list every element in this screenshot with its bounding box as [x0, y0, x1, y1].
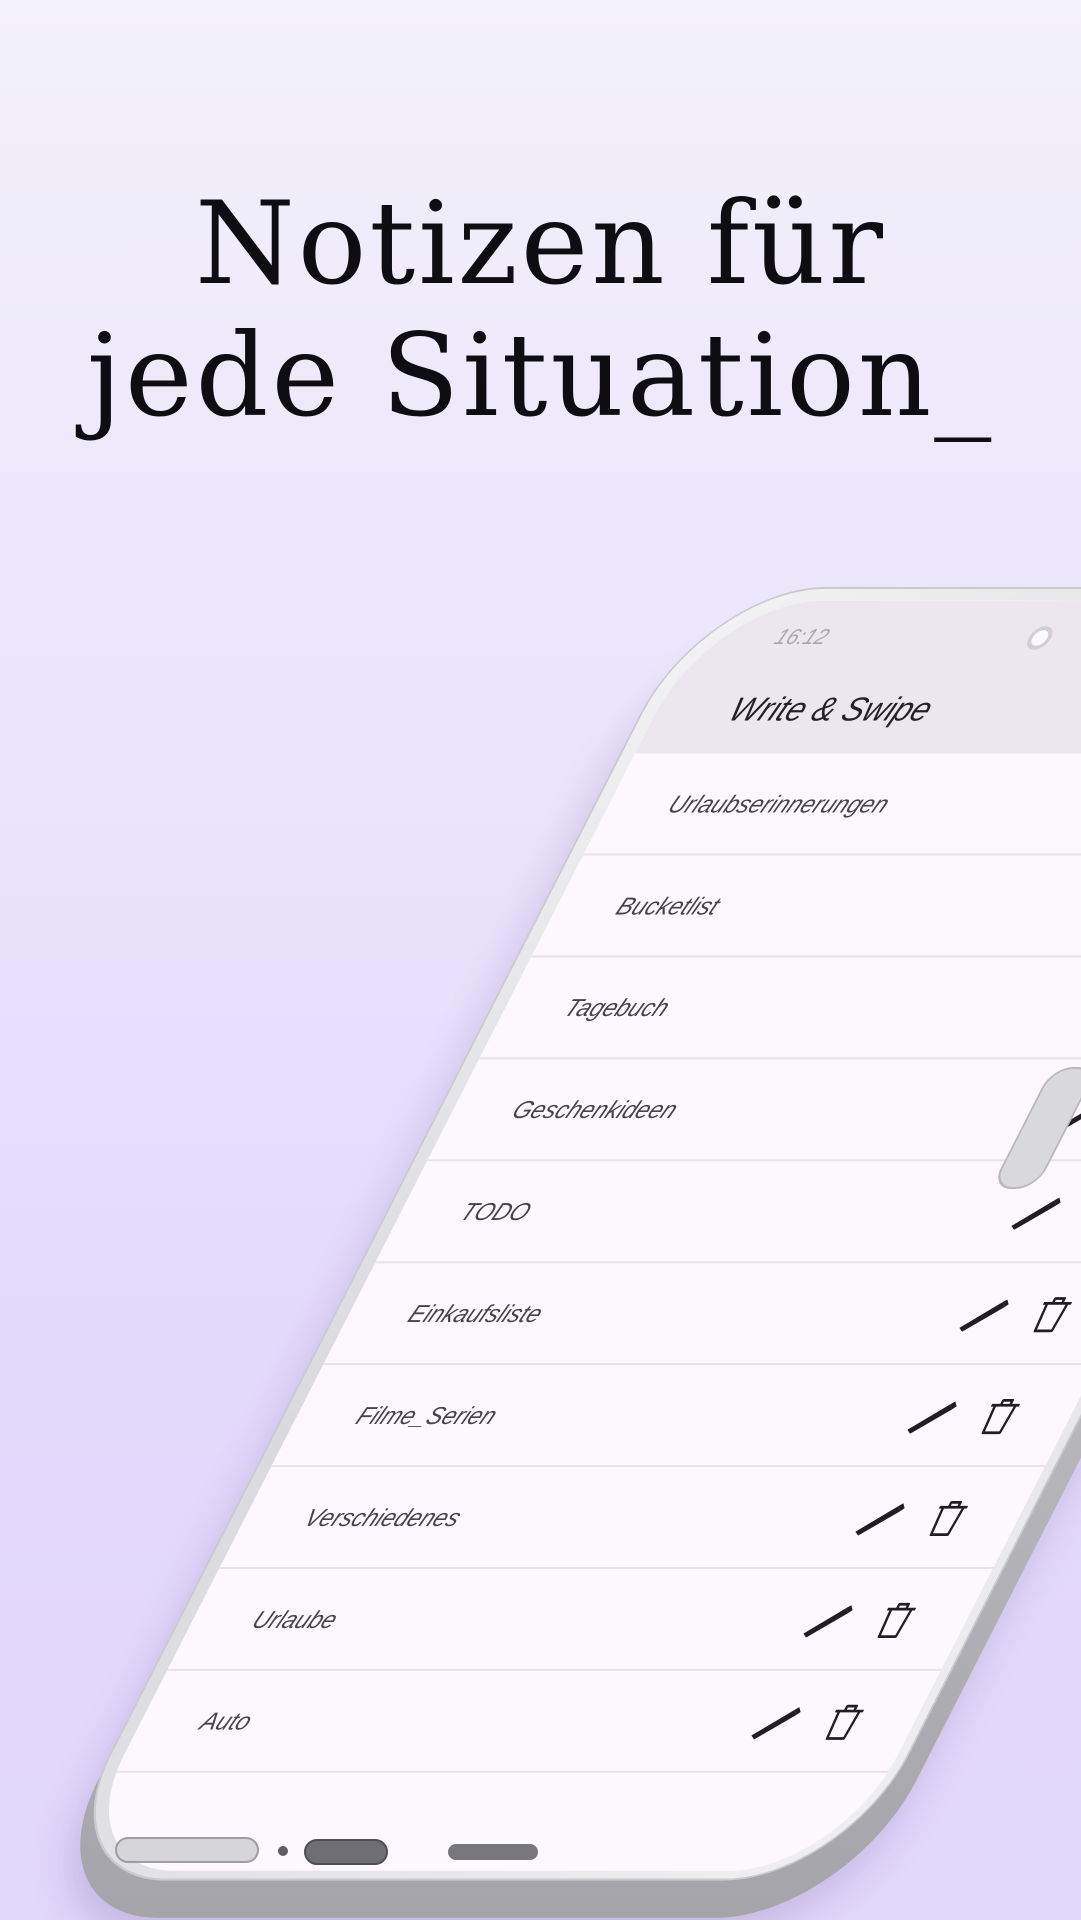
- list-item[interactable]: Einkaufsliste: [322, 1263, 1081, 1366]
- front-camera: [1022, 626, 1057, 650]
- status-time: 16:12: [770, 624, 834, 649]
- edit-pencil-icon[interactable]: [1006, 1195, 1065, 1230]
- status-bar: 16:12: [673, 600, 1081, 678]
- note-title: Einkaufsliste: [403, 1300, 548, 1328]
- list-item[interactable]: Urlaubserinnerungen: [582, 753, 1081, 856]
- trash-icon[interactable]: [1077, 1193, 1081, 1232]
- phone-device: 16:12 Write & Swipe Urlaubserinnerungen …: [27, 587, 1081, 1918]
- trash-icon[interactable]: [973, 1396, 1026, 1435]
- note-title: Urlaubserinnerungen: [663, 790, 895, 819]
- edit-pencil-icon[interactable]: [954, 1297, 1013, 1332]
- note-title: Auto: [195, 1708, 258, 1736]
- note-title: Bucketlist: [611, 892, 725, 921]
- note-title: TODO: [455, 1198, 537, 1226]
- edit-pencil-icon[interactable]: [746, 1704, 805, 1740]
- app-title: Write & Swipe: [722, 690, 940, 729]
- edit-pencil-icon[interactable]: [850, 1500, 909, 1536]
- trash-icon[interactable]: [869, 1600, 922, 1639]
- list-item[interactable]: Bucketlist: [530, 855, 1081, 958]
- app-bar: Write & Swipe: [634, 677, 1081, 754]
- note-title: Urlaube: [247, 1606, 343, 1634]
- note-title: Filme_Serien: [351, 1402, 503, 1430]
- trash-icon[interactable]: [1025, 1295, 1078, 1334]
- trash-icon[interactable]: [921, 1498, 974, 1537]
- phone-mockup-scene: 16:12 Write & Swipe Urlaubserinnerungen …: [0, 0, 1081, 1920]
- list-item[interactable]: Auto: [114, 1670, 941, 1773]
- note-title: Geschenkideen: [507, 1096, 683, 1125]
- edit-pencil-icon[interactable]: [1058, 1093, 1081, 1128]
- phone-screen: 16:12 Write & Swipe Urlaubserinnerungen …: [64, 600, 1081, 1871]
- trash-icon[interactable]: [817, 1702, 870, 1741]
- edit-pencil-icon[interactable]: [798, 1602, 857, 1638]
- phone-frame: 16:12 Write & Swipe Urlaubserinnerungen …: [45, 587, 1081, 1881]
- list-item[interactable]: TODO: [374, 1161, 1081, 1264]
- list-item[interactable]: Geschenkideen: [426, 1059, 1081, 1162]
- edit-pencil-icon[interactable]: [902, 1398, 961, 1434]
- note-title: Verschiedenes: [299, 1504, 467, 1532]
- list-item[interactable]: Tagebuch: [478, 957, 1081, 1060]
- list-item[interactable]: Verschiedenes: [218, 1467, 1045, 1569]
- notes-list: Urlaubserinnerungen Bucketlist Tagebuch: [114, 753, 1081, 1773]
- note-title: Tagebuch: [559, 994, 675, 1023]
- list-item[interactable]: Filme_Serien: [270, 1365, 1081, 1468]
- list-item[interactable]: Urlaube: [166, 1568, 993, 1671]
